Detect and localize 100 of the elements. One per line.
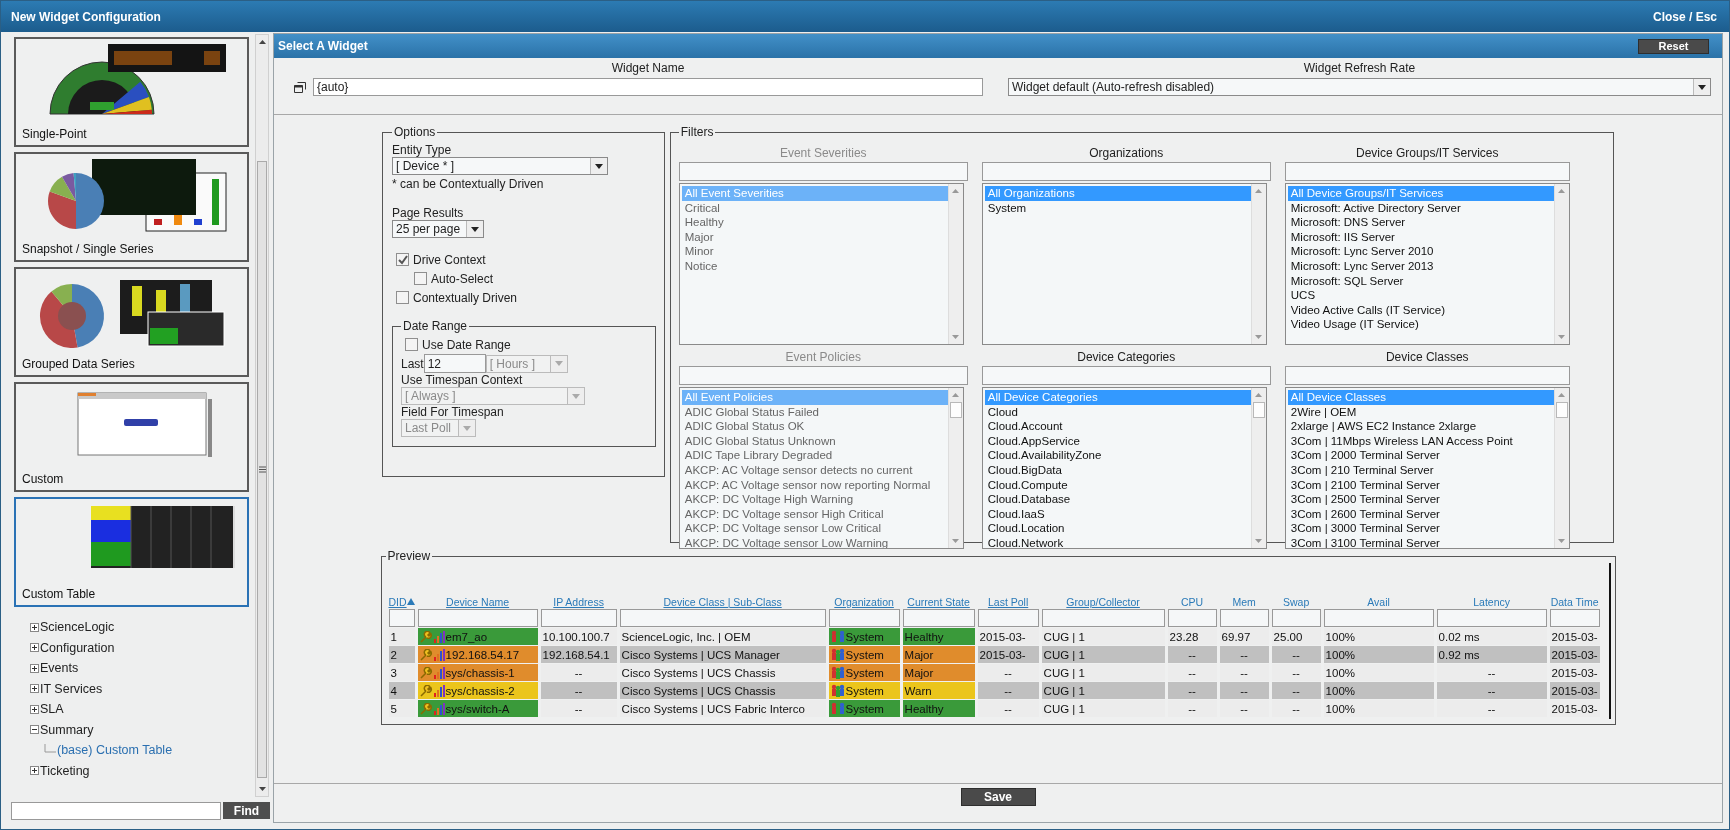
column-header[interactable]: Mem (1232, 596, 1256, 608)
column-filter-field[interactable] (1041, 609, 1165, 627)
column-filter-field[interactable] (619, 609, 826, 627)
widget-card[interactable]: Custom Table (14, 497, 249, 607)
grip-icon[interactable] (258, 466, 266, 473)
list-option[interactable]: Microsoft: Lync Server 2010 (1287, 244, 1554, 259)
column-header-link[interactable]: IP Address (553, 596, 604, 608)
collapse-icon[interactable] (30, 725, 39, 735)
close-link[interactable]: Close / Esc (1652, 9, 1717, 24)
column-filter-field[interactable] (1436, 609, 1547, 627)
expand-icon[interactable] (30, 704, 39, 714)
list-option[interactable]: Microsoft: Active Directory Server (1287, 200, 1554, 216)
filter-search-field[interactable] (981, 366, 1271, 385)
list-option[interactable]: 3Com | 210 Terminal Server (1287, 462, 1554, 478)
column-filter-field[interactable] (388, 609, 415, 627)
page-results-dropdown[interactable]: 25 per page (392, 220, 484, 238)
tree-item[interactable]: SLA (40, 702, 64, 717)
tree-item[interactable]: Ticketing (40, 763, 90, 778)
list-option[interactable]: Cloud.AppService (984, 433, 1251, 449)
column-header-link[interactable]: Group/Collector (1066, 596, 1140, 608)
list-option[interactable]: Cloud.Location (984, 521, 1251, 536)
scrollbar[interactable] (1250, 388, 1266, 548)
tree-item[interactable]: ScienceLogic (40, 620, 115, 635)
wrench-icon[interactable] (419, 630, 433, 643)
listbox[interactable]: All Device Categories Cloud Cloud.Account Cloud.AppService Cloud.AvailabilityZone Cloud.BigData Cloud.Compute Cloud.Database Cloud.IaaS Cloud.Location Cloud.Network (981, 387, 1267, 549)
list-option[interactable]: 3Com | 3000 Terminal Server (1287, 521, 1554, 536)
column-header-link[interactable]: Device Name (446, 596, 510, 608)
checkbox-label[interactable]: Auto-Select (431, 271, 494, 286)
expand-icon[interactable] (30, 684, 39, 694)
list-option[interactable]: 3Com | 2100 Terminal Server (1287, 477, 1554, 493)
list-option[interactable]: System (984, 200, 1251, 216)
listbox[interactable]: All Organizations System (981, 183, 1267, 345)
scrollbar[interactable] (947, 388, 963, 548)
column-filter-field[interactable] (417, 609, 538, 627)
list-option[interactable]: UCS (1287, 288, 1554, 303)
list-option[interactable]: 2xlarge | AWS EC2 Instance 2xlarge (1287, 419, 1554, 434)
list-option[interactable]: Cloud.Database (984, 492, 1251, 507)
list-option[interactable]: Cloud.AvailabilityZone (984, 448, 1251, 463)
widget-card[interactable]: Snapshot / Single Series (14, 152, 249, 262)
checkbox[interactable] (405, 338, 418, 351)
list-option[interactable]: Video Active Calls (IT Service) (1287, 302, 1554, 318)
find-button[interactable]: Find (223, 802, 270, 819)
column-header[interactable]: Swap (1282, 596, 1310, 608)
wrench-icon[interactable] (419, 684, 433, 697)
tree-item[interactable]: Configuration (40, 640, 115, 655)
list-option[interactable]: Microsoft: IIS Server (1287, 229, 1554, 245)
scroll-thumb[interactable] (1555, 402, 1568, 418)
list-option[interactable]: 3Com | 2000 Terminal Server (1287, 448, 1554, 463)
scroll-thumb[interactable] (1252, 402, 1265, 418)
scrollbar[interactable] (1553, 388, 1569, 548)
column-header[interactable]: Latency (1473, 596, 1510, 608)
list-option[interactable]: 3Com | 2500 Terminal Server (1287, 492, 1554, 507)
checkbox-label[interactable]: Use Date Range (422, 337, 511, 352)
column-header-link[interactable]: Current State (907, 596, 970, 608)
listbox[interactable] (1284, 387, 1570, 549)
windows-icon[interactable] (294, 82, 306, 93)
save-button[interactable]: Save (960, 788, 1036, 806)
filter-search-field[interactable] (1284, 366, 1570, 385)
column-filter-field[interactable] (828, 609, 900, 627)
checkbox[interactable] (414, 272, 427, 285)
list-option[interactable]: Cloud (984, 404, 1251, 420)
column-filter-field[interactable] (540, 609, 617, 627)
widget-card[interactable]: Custom (14, 382, 249, 492)
column-header[interactable]: Data Time (1550, 596, 1599, 608)
device-name-cell[interactable]: 192.168.54.17 (417, 646, 538, 663)
refresh-rate-dropdown[interactable]: Widget default (Auto-refresh disabled) (1008, 78, 1711, 96)
list-option[interactable]: 3Com | 2600 Terminal Server (1287, 506, 1554, 522)
device-name-cell[interactable]: sys/chassis-1 (417, 664, 538, 681)
column-header-link[interactable]: Device Class | Sub-Class (663, 596, 782, 608)
arrow-down-icon[interactable] (258, 787, 266, 791)
list-option[interactable]: 3Com | 11Mbps Wireless LAN Access Point (1287, 433, 1554, 449)
list-option[interactable]: Video Usage (IT Service) (1287, 317, 1554, 332)
sort-up-icon[interactable] (406, 598, 415, 606)
device-name-cell[interactable]: sys/chassis-2 (417, 682, 538, 699)
column-header[interactable]: Avail (1367, 596, 1390, 608)
device-name-cell[interactable]: sys/switch-A (417, 700, 538, 717)
listbox[interactable] (1284, 183, 1570, 345)
entity-type-dropdown[interactable]: [ Device * ] (392, 157, 608, 175)
tree-item[interactable]: Summary (40, 722, 94, 737)
expand-icon[interactable] (30, 766, 39, 776)
last-count-field[interactable]: 12 (423, 354, 486, 373)
list-option[interactable]: Cloud.Account (984, 419, 1251, 434)
checkbox-label[interactable]: Drive Context (413, 252, 486, 267)
widget-card[interactable]: Grouped Data Series (14, 267, 249, 377)
column-header-link[interactable]: Organization (834, 596, 894, 608)
column-filter-field[interactable] (902, 609, 975, 627)
column-filter-field[interactable] (1219, 609, 1269, 627)
tree-item[interactable]: Events (40, 661, 79, 676)
column-filter-field[interactable] (977, 609, 1039, 627)
search-field[interactable] (11, 802, 221, 820)
list-option[interactable]: Microsoft: DNS Server (1287, 215, 1554, 230)
scrollbar[interactable] (255, 34, 269, 797)
checkbox[interactable] (396, 291, 409, 304)
column-filter-field[interactable] (1549, 609, 1600, 627)
widget-card[interactable]: Single-Point (14, 37, 249, 147)
column-header[interactable]: CPU (1181, 596, 1204, 608)
reset-button[interactable]: Reset (1638, 38, 1709, 54)
filter-search-field[interactable] (1284, 162, 1570, 181)
column-filter-field[interactable] (1323, 609, 1434, 627)
wrench-icon[interactable] (419, 702, 433, 715)
